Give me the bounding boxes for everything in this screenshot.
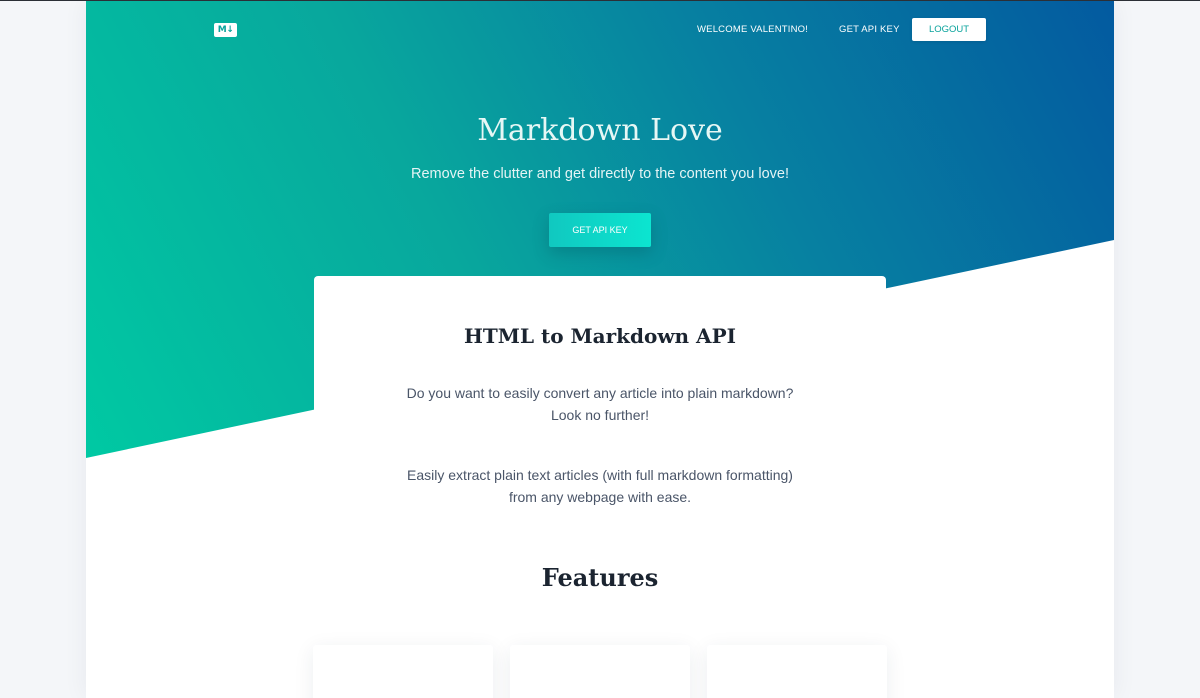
feature-card-1	[313, 645, 493, 698]
features-title: Features	[541, 563, 659, 592]
nav-get-api-key-link[interactable]: GET API KEY	[839, 18, 900, 42]
page: M↓ WELCOME VALENTINO! GET API KEY LOGOUT…	[86, 0, 1114, 698]
get-api-key-button[interactable]: GET API KEY	[549, 213, 651, 247]
intro-card: HTML to Markdown API Do you want to easi…	[314, 276, 886, 698]
intro-paragraph-2-line-1: Easily extract plain text articles (with…	[407, 467, 793, 483]
intro-paragraph-2: Easily extract plain text articles (with…	[314, 464, 886, 508]
nav-welcome-link[interactable]: WELCOME VALENTINO!	[697, 18, 808, 42]
intro-paragraph-1-line-2: Look no further!	[550, 407, 650, 423]
intro-paragraph-1-line-1: Do you want to easily convert any articl…	[406, 385, 794, 401]
feature-card-2	[510, 645, 690, 698]
hero-subtitle: Remove the clutter and get directly to t…	[410, 166, 790, 182]
intro-title: HTML to Markdown API	[464, 324, 736, 348]
intro-paragraph-2-line-2: from any webpage with ease.	[508, 489, 692, 505]
intro-paragraph-1: Do you want to easily convert any articl…	[314, 382, 886, 426]
feature-card-3	[707, 645, 887, 698]
window-top-border	[0, 0, 1200, 1]
hero-title: Markdown Love	[477, 113, 723, 148]
markdown-logo-icon[interactable]: M↓	[214, 23, 237, 37]
logout-button[interactable]: LOGOUT	[912, 18, 986, 41]
